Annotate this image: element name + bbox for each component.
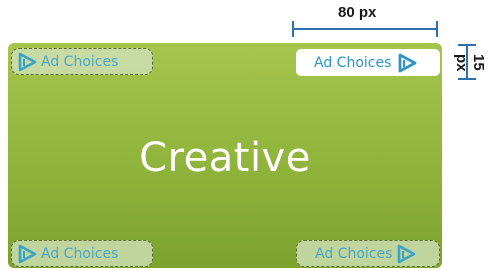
creative-area: Creative	[8, 43, 442, 268]
ad-choices-label: Ad Choices	[314, 54, 392, 71]
ad-choices-triangle-icon	[18, 244, 37, 263]
ad-choices-triangle-icon	[398, 244, 416, 263]
height-dimension-tick-bottom	[458, 78, 476, 80]
width-dimension-tick-right	[436, 21, 438, 37]
height-dimension-tick-top	[458, 44, 476, 46]
ad-choices-triangle-icon	[398, 53, 417, 72]
width-dimension-tick-left	[292, 21, 294, 37]
width-dimension-line	[292, 28, 438, 30]
ad-choices-badge-top-left[interactable]: Ad Choices	[11, 48, 153, 75]
ad-choices-badge-bottom-left[interactable]: Ad Choices	[11, 240, 153, 267]
ad-choices-badge-bottom-right[interactable]: Ad Choices	[296, 240, 440, 267]
width-dimension-label: 80 px	[338, 4, 377, 21]
height-dimension-label: 15 px	[453, 54, 487, 72]
creative-label: Creative	[139, 135, 311, 181]
ad-choices-label: Ad Choices	[41, 245, 119, 262]
ad-choices-label: Ad Choices	[315, 245, 393, 262]
ad-choices-label: Ad Choices	[41, 53, 119, 70]
ad-choices-triangle-icon	[18, 52, 37, 71]
ad-choices-badge-top-right[interactable]: Ad Choices	[296, 49, 440, 76]
